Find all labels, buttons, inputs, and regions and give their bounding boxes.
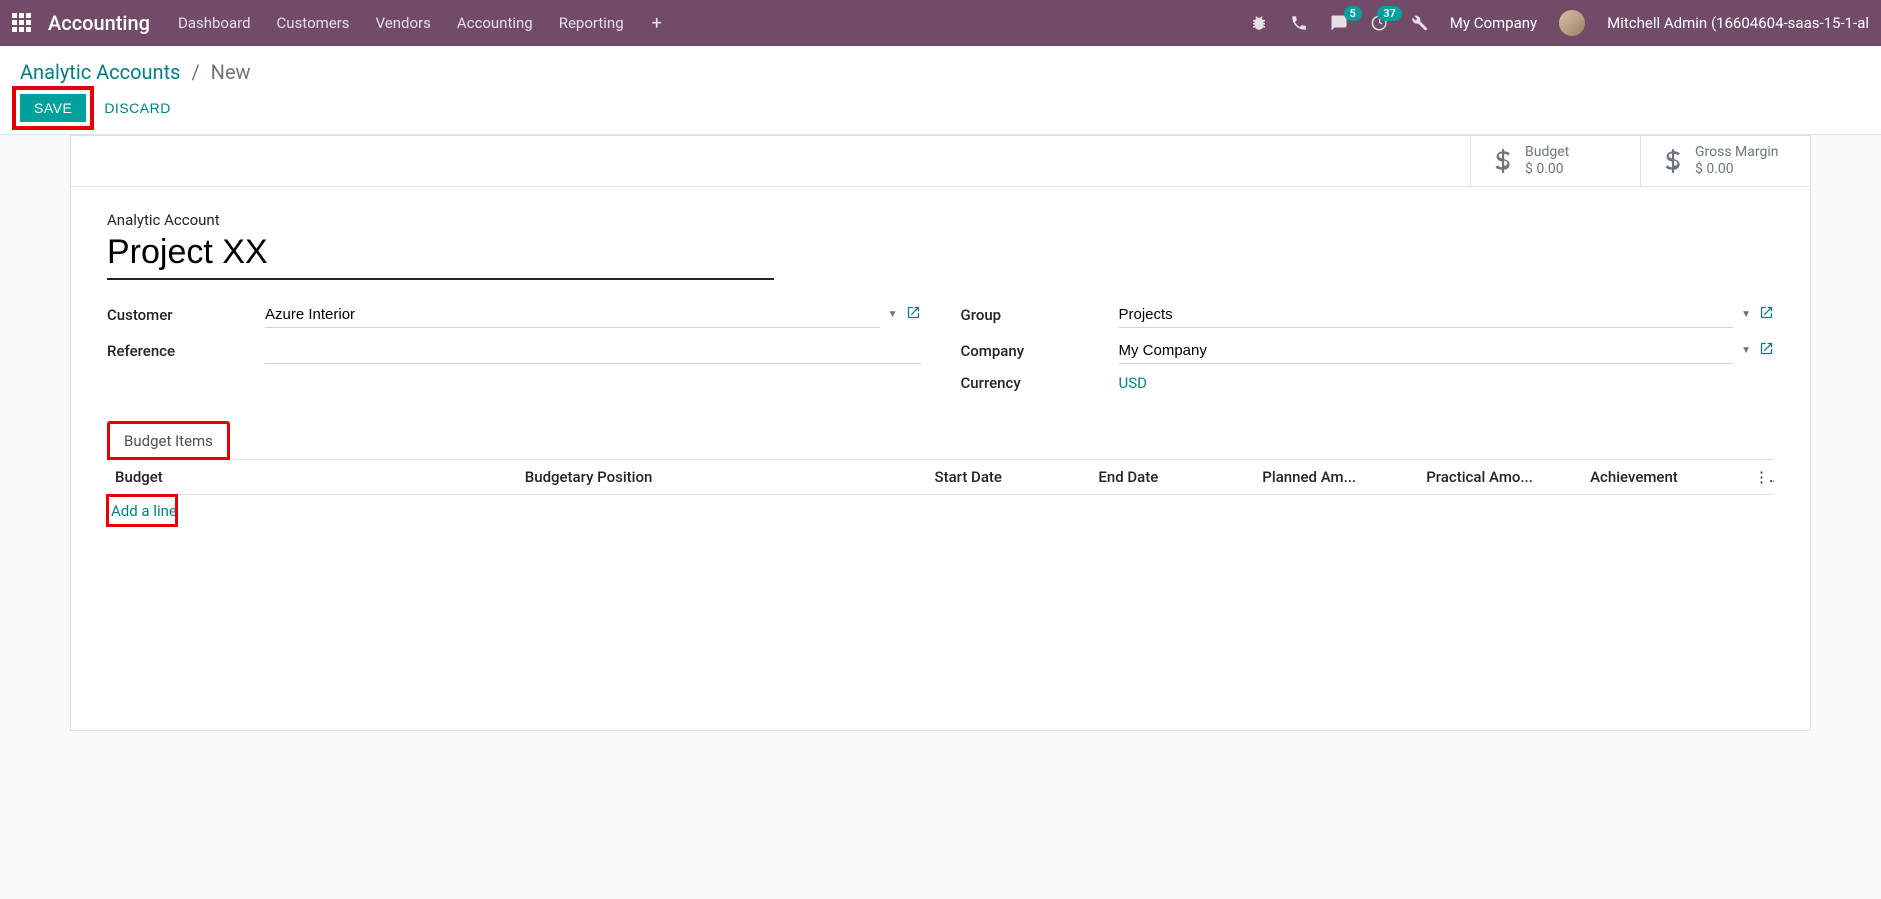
col-achievement[interactable]: Achievement (1582, 468, 1746, 486)
nav-right: 5 37 My Company Mitchell Admin (16604604… (1250, 10, 1869, 36)
stat-budget-value: $ 0.00 (1525, 161, 1569, 178)
nav-customers[interactable]: Customers (277, 14, 350, 32)
top-nav: Accounting Dashboard Customers Vendors A… (0, 0, 1881, 46)
company-input[interactable] (1119, 338, 1734, 364)
col-budgetary-position[interactable]: Budgetary Position (517, 468, 927, 486)
chevron-down-icon[interactable]: ▼ (1741, 309, 1751, 320)
action-buttons: SAVE DISCARD (20, 94, 1861, 122)
tab-header: Budget Items (107, 420, 1774, 460)
nav-links: Dashboard Customers Vendors Accounting R… (178, 14, 624, 32)
columns-menu-icon[interactable]: ⋮ (1746, 468, 1774, 486)
col-practical-amount[interactable]: Practical Amo... (1418, 468, 1582, 486)
external-link-icon[interactable] (1759, 341, 1774, 360)
table-body-empty (107, 526, 1774, 706)
stat-budget-label: Budget (1525, 144, 1569, 161)
field-grid: Customer ▼ Group ▼ Refer (107, 302, 1774, 392)
col-end-date[interactable]: End Date (1090, 468, 1254, 486)
table-header: Budget Budgetary Position Start Date End… (107, 460, 1774, 495)
stat-budget[interactable]: Budget $ 0.00 (1470, 136, 1640, 186)
tools-icon[interactable] (1410, 14, 1428, 32)
app-brand: Accounting (48, 11, 150, 35)
discard-button[interactable]: DISCARD (104, 100, 171, 116)
analytic-account-name-input[interactable] (107, 231, 774, 280)
breadcrumb-parent[interactable]: Analytic Accounts (20, 60, 180, 84)
add-line-button[interactable]: Add a line (111, 502, 177, 520)
breadcrumb-sep: / (191, 60, 199, 84)
currency-value[interactable]: USD (1119, 374, 1147, 392)
avatar[interactable] (1559, 10, 1585, 36)
title-label: Analytic Account (107, 211, 1774, 229)
control-bar: Analytic Accounts / New SAVE DISCARD (0, 46, 1881, 135)
stat-margin[interactable]: Gross Margin $ 0.00 (1640, 136, 1810, 186)
customer-field: Customer ▼ (107, 302, 921, 328)
dollar-icon (1659, 148, 1685, 174)
customer-label: Customer (107, 306, 257, 324)
sheet-wrapper: Budget $ 0.00 Gross Margin $ 0.00 Analyt… (0, 135, 1881, 731)
company-label: Company (961, 342, 1111, 360)
customer-input[interactable] (265, 302, 880, 328)
stat-margin-label: Gross Margin (1695, 144, 1779, 161)
new-menu-icon[interactable]: + (652, 13, 662, 34)
company-switcher[interactable]: My Company (1450, 14, 1537, 32)
reference-input[interactable] (265, 338, 921, 364)
nav-vendors[interactable]: Vendors (376, 14, 431, 32)
nav-dashboard[interactable]: Dashboard (178, 14, 251, 32)
currency-label: Currency (961, 374, 1111, 392)
col-budget[interactable]: Budget (107, 468, 517, 486)
debug-icon[interactable] (1250, 14, 1268, 32)
apps-icon[interactable] (12, 13, 32, 33)
group-input[interactable] (1119, 302, 1734, 328)
col-start-date[interactable]: Start Date (927, 468, 1091, 486)
col-planned-amount[interactable]: Planned Am... (1254, 468, 1418, 486)
stat-margin-value: $ 0.00 (1695, 161, 1779, 178)
external-link-icon[interactable] (1759, 305, 1774, 324)
group-label: Group (961, 306, 1111, 324)
group-field: Group ▼ (961, 302, 1775, 328)
tab-budget-items[interactable]: Budget Items (107, 421, 230, 460)
nav-reporting[interactable]: Reporting (559, 14, 624, 32)
nav-accounting[interactable]: Accounting (457, 14, 533, 32)
external-link-icon[interactable] (906, 305, 921, 324)
phone-icon[interactable] (1290, 14, 1308, 32)
form-sheet: Budget $ 0.00 Gross Margin $ 0.00 Analyt… (70, 135, 1811, 731)
add-line-wrap: Add a line (107, 495, 177, 526)
messages-icon[interactable]: 5 (1330, 14, 1348, 32)
dollar-icon (1489, 148, 1515, 174)
stat-bar: Budget $ 0.00 Gross Margin $ 0.00 (71, 136, 1810, 187)
currency-field: Currency USD (961, 374, 1775, 392)
save-button[interactable]: SAVE (20, 94, 86, 122)
messages-badge: 5 (1344, 6, 1362, 21)
tabs: Budget Items Budget Budgetary Position S… (107, 420, 1774, 706)
user-menu[interactable]: Mitchell Admin (16604604-saas-15-1-al (1607, 14, 1869, 32)
activities-badge: 37 (1377, 6, 1402, 21)
reference-label: Reference (107, 342, 257, 360)
form-body: Analytic Account Customer ▼ Group ▼ (71, 187, 1810, 730)
breadcrumb-current: New (211, 60, 251, 84)
activities-icon[interactable]: 37 (1370, 14, 1388, 32)
chevron-down-icon[interactable]: ▼ (888, 309, 898, 320)
chevron-down-icon[interactable]: ▼ (1741, 345, 1751, 356)
company-field: Company ▼ (961, 338, 1775, 364)
breadcrumb: Analytic Accounts / New (20, 60, 1861, 84)
reference-field: Reference (107, 338, 921, 364)
